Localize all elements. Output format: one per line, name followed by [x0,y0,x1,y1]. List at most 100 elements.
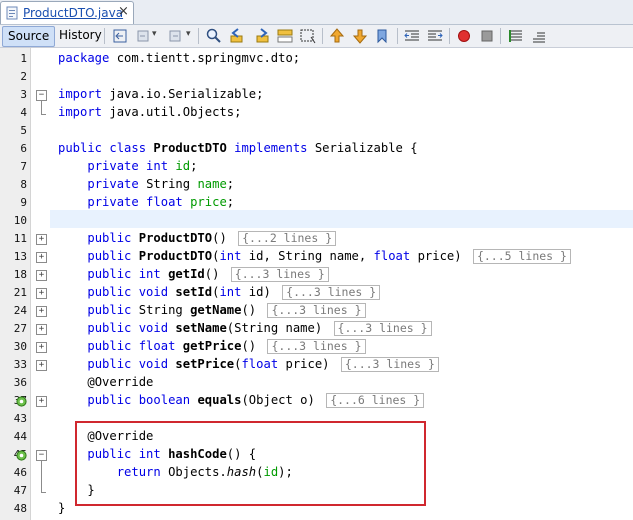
line-number: 27 [13,322,27,335]
line-number: 30 [13,340,27,353]
folded-code-block[interactable]: {...5 lines } [472,249,571,264]
code-line[interactable]: private float price; [58,195,234,209]
next-bookmark-icon[interactable] [351,27,369,45]
code-line[interactable]: public void setPrice(float price) {...3 … [58,357,439,372]
line-number: 11 [13,232,27,245]
forward-dropdown-icon[interactable]: ▾ [186,25,191,44]
shift-line-right-icon[interactable] [426,27,444,45]
toolbar-separator [322,28,323,44]
line-number: 47 [13,484,27,497]
code-line[interactable]: public void setName(String name) {...3 l… [58,321,432,336]
line-number: 10 [13,214,27,227]
back-icon[interactable] [135,27,153,45]
code-line[interactable]: } [58,501,65,515]
last-edit-icon[interactable] [111,27,129,45]
code-line[interactable]: public String getName() {...3 lines } [58,303,366,318]
folded-code-block[interactable]: {...3 lines } [267,303,366,318]
line-number: 33 [13,358,27,371]
code-line[interactable]: private int id; [58,159,197,173]
code-line[interactable]: public float getPrice() {...3 lines } [58,339,366,354]
code-line[interactable]: public ProductDTO(int id, String name, f… [58,249,571,264]
expand-fold-icon[interactable]: + [36,288,47,299]
expand-fold-icon[interactable]: + [36,306,47,317]
comment-icon[interactable] [507,27,525,45]
folded-code-block[interactable]: {...6 lines } [326,393,425,408]
expand-fold-icon[interactable]: + [36,234,47,245]
line-number: 1 [20,52,27,65]
line-number: 44 [13,430,27,443]
start-macro-recording-icon[interactable] [455,27,473,45]
line-number: 36 [13,376,27,389]
expand-fold-icon[interactable]: + [36,270,47,281]
tab-productdto-java[interactable]: ProductDTO.java × [0,1,134,24]
expand-fold-icon[interactable]: + [36,396,47,407]
find-previous-icon[interactable] [229,27,247,45]
editor-toolbar: Source History ▾ ▾ [0,25,633,48]
collapse-fold-icon[interactable]: − [36,450,47,461]
toolbar-separator [449,28,450,44]
code-line[interactable]: public class ProductDTO implements Seria… [58,141,418,155]
line-number: 4 [20,106,27,119]
code-line[interactable]: public void setId(int id) {...3 lines } [58,285,381,300]
fold-guide-line [41,461,42,492]
code-line[interactable]: public ProductDTO() {...2 lines } [58,231,337,246]
line-number: 24 [13,304,27,317]
stop-macro-recording-icon[interactable] [478,27,496,45]
code-line[interactable]: public int getId() {...3 lines } [58,267,329,282]
override-marker-icon[interactable] [16,450,27,461]
find-next-icon[interactable] [252,27,270,45]
tab-filename: ProductDTO.java [23,6,124,20]
find-icon[interactable] [205,27,223,45]
fold-guide-end [41,114,46,115]
line-number: 21 [13,286,27,299]
source-view-button[interactable]: Source [2,26,56,47]
fold-guide-end [41,492,46,493]
history-view-button[interactable]: History [54,26,107,45]
line-number: 3 [20,88,27,101]
java-file-icon [6,6,18,20]
code-line[interactable]: @Override [58,375,153,389]
toggle-rectangular-selection-icon[interactable] [299,27,317,45]
toolbar-separator [397,28,398,44]
expand-fold-icon[interactable]: + [36,324,47,335]
toggle-highlight-search-icon[interactable] [276,27,294,45]
line-number: 46 [13,466,27,479]
code-line[interactable]: import java.io.Serializable; [58,87,263,101]
toggle-bookmark-icon[interactable] [374,27,392,45]
previous-bookmark-icon[interactable] [328,27,346,45]
uncomment-icon[interactable] [530,27,548,45]
line-number: 8 [20,178,27,191]
line-number: 6 [20,142,27,155]
toolbar-separator [104,28,105,44]
folded-code-block[interactable]: {...3 lines } [282,285,381,300]
expand-fold-icon[interactable]: + [36,360,47,371]
fold-guide-line [41,101,42,114]
line-number: 48 [13,502,27,515]
expand-fold-icon[interactable]: + [36,252,47,263]
line-number: 18 [13,268,27,281]
line-number: 2 [20,70,27,83]
toolbar-separator [500,28,501,44]
line-number: 7 [20,160,27,173]
editor-tab-strip: ProductDTO.java × [0,0,633,25]
back-dropdown-icon[interactable]: ▾ [152,25,157,44]
override-marker-icon[interactable] [16,396,27,407]
code-line[interactable]: public boolean equals(Object o) {...6 li… [58,393,425,408]
close-tab-icon[interactable]: × [118,4,129,19]
line-number: 13 [13,250,27,263]
folded-code-block[interactable]: {...3 lines } [340,357,439,372]
collapse-fold-icon[interactable]: − [36,90,47,101]
folded-code-block[interactable]: {...3 lines } [230,267,329,282]
forward-icon[interactable] [167,27,185,45]
code-line[interactable]: package com.tientt.springmvc.dto; [58,51,300,65]
folded-code-block[interactable]: {...3 lines } [333,321,432,336]
hashcode-highlight-box [75,421,426,506]
folded-code-block[interactable]: {...2 lines } [238,231,337,246]
line-number: 5 [20,124,27,137]
shift-line-left-icon[interactable] [403,27,421,45]
expand-fold-icon[interactable]: + [36,342,47,353]
code-line[interactable]: import java.util.Objects; [58,105,241,119]
toolbar-separator [198,28,199,44]
code-line[interactable]: private String name; [58,177,234,191]
folded-code-block[interactable]: {...3 lines } [267,339,366,354]
